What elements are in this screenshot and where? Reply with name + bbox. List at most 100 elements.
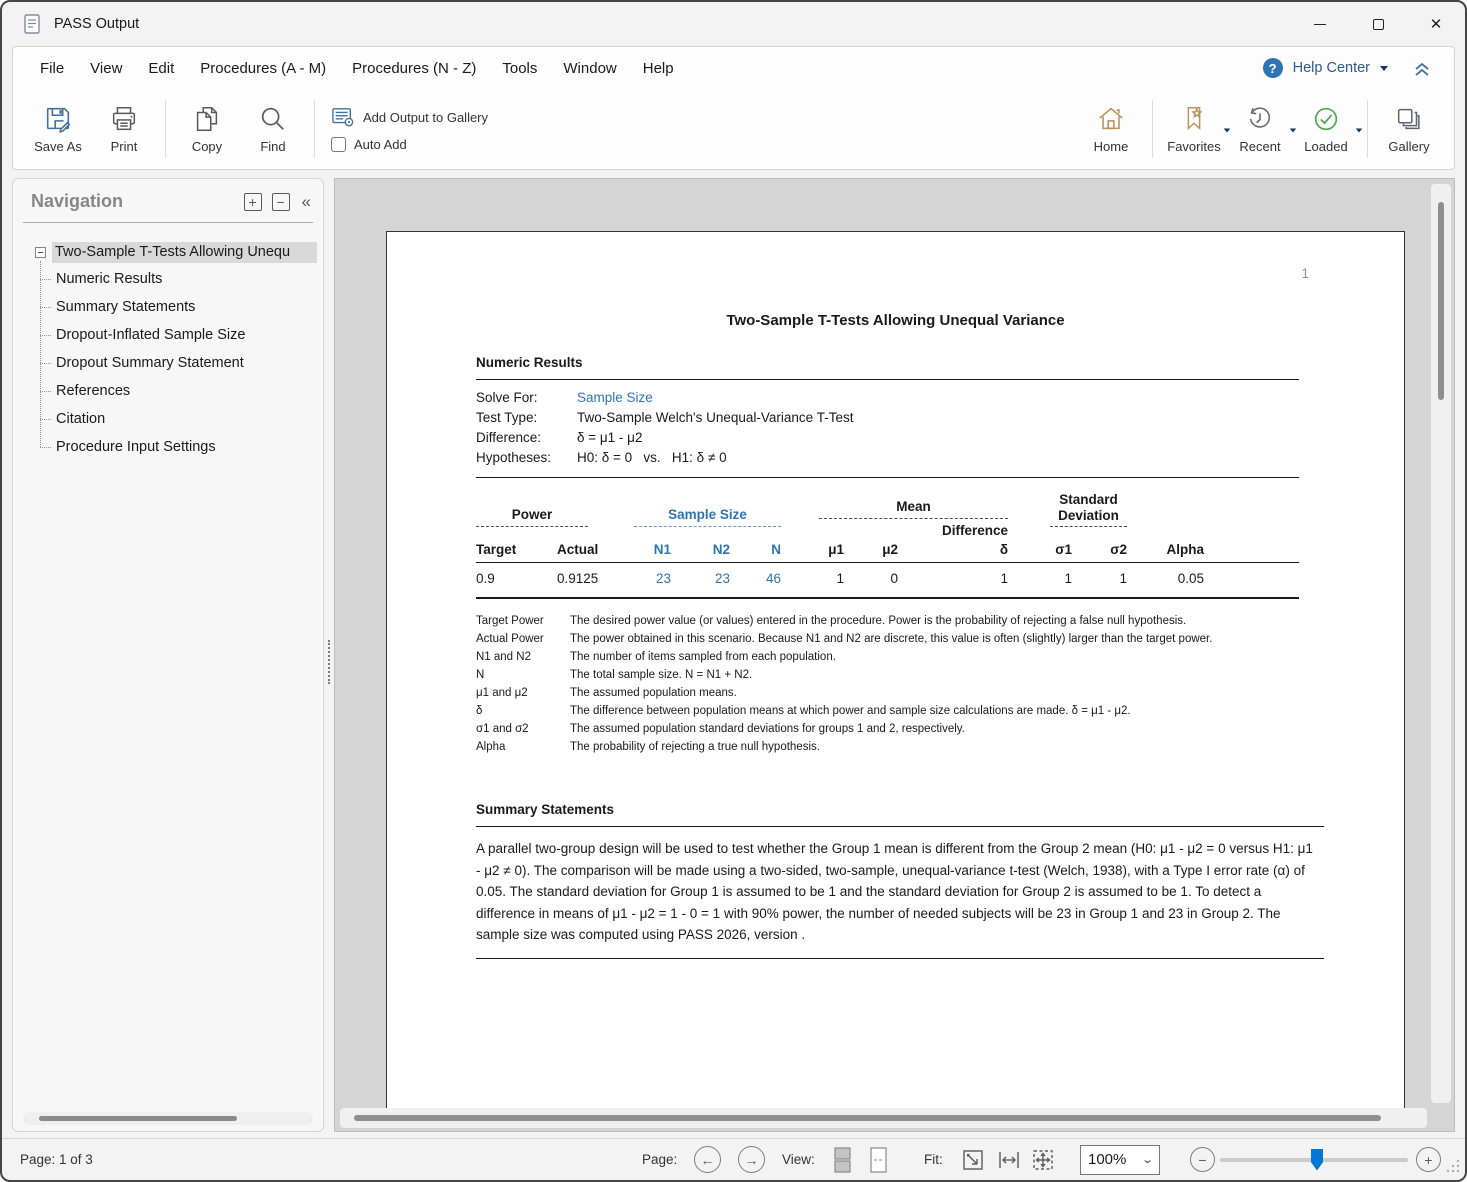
menu-help[interactable]: Help [630, 54, 687, 83]
document-page: 1 Two-Sample T-Tests Allowing Unequal Va… [386, 231, 1405, 1116]
fit-page-icon[interactable] [960, 1147, 986, 1173]
zoom-out-button[interactable]: − [1190, 1147, 1215, 1172]
multi-page-view-icon[interactable] [832, 1145, 854, 1175]
menu-edit[interactable]: Edit [135, 54, 187, 83]
scrollbar-thumb[interactable] [39, 1116, 237, 1121]
footnote-term: Actual Power [476, 630, 570, 648]
favorites-button[interactable]: Favorites [1161, 104, 1227, 154]
page-nav-label: Page: [642, 1152, 677, 1167]
home-icon [1096, 104, 1126, 134]
previous-page-button[interactable]: ← [694, 1146, 721, 1173]
tree-item-summary-statements[interactable]: Summary Statements [52, 293, 317, 321]
zoom-in-button[interactable]: + [1416, 1147, 1441, 1172]
collapse-node-icon[interactable] [35, 247, 46, 258]
search-icon [258, 104, 288, 134]
tree-item-citation[interactable]: Citation [52, 405, 317, 433]
cell-delta: 1 [898, 563, 1008, 599]
save-as-button[interactable]: Save As [25, 104, 91, 154]
footnote-desc: The difference between population means … [570, 702, 1270, 720]
tree-item-dropout-summary-statement[interactable]: Dropout Summary Statement [52, 349, 317, 377]
cell-mu1: 1 [781, 563, 844, 599]
fit-width-icon[interactable] [996, 1147, 1022, 1173]
toolbar: Save As Print Copy Find [13, 89, 1454, 169]
footnote-term: Alpha [476, 738, 570, 756]
loaded-icon [1311, 104, 1341, 134]
expand-all-button[interactable]: + [244, 193, 262, 211]
chevron-down-icon: ⌄ [1141, 1153, 1154, 1166]
zoom-slider-thumb[interactable] [1311, 1149, 1323, 1171]
tree-root-label: Two-Sample T-Tests Allowing Unequ [52, 242, 317, 263]
doc-vertical-scrollbar[interactable] [1431, 184, 1451, 1103]
cell-actual: 0.9125 [557, 563, 614, 599]
tree-item-procedure-input-settings[interactable]: Procedure Input Settings [52, 433, 317, 461]
std-dev-group-header: Standard Deviation [1050, 492, 1127, 527]
test-type-value: Two-Sample Welch's Unequal-Variance T-Te… [577, 410, 1324, 425]
nav-horizontal-scrollbar[interactable] [23, 1112, 313, 1125]
scrollbar-thumb[interactable] [354, 1115, 1381, 1121]
minimize-button[interactable] [1291, 2, 1349, 46]
footnote-term: N [476, 666, 570, 684]
loaded-button[interactable]: Loaded [1293, 104, 1359, 154]
difference-value: δ = μ1 - μ2 [577, 430, 1324, 445]
info-label: Hypotheses: [476, 450, 577, 465]
collapse-all-button[interactable]: − [272, 193, 290, 211]
cell-mu2: 0 [844, 563, 898, 599]
splitter-grip [328, 640, 330, 684]
tree-root-item[interactable]: Two-Sample T-Tests Allowing Unequ [35, 239, 317, 265]
window-title: PASS Output [54, 16, 139, 32]
gallery-icon [1394, 104, 1424, 134]
zoom-level-select[interactable]: 100% ⌄ [1080, 1145, 1160, 1175]
chevron-down-icon[interactable] [1380, 66, 1388, 71]
tree-item-dropout-inflated-sample-size[interactable]: Dropout-Inflated Sample Size [52, 321, 317, 349]
menu-procedures-n-z[interactable]: Procedures (N - Z) [339, 54, 489, 83]
sample-size-group-header: Sample Size [634, 507, 781, 527]
menu-file[interactable]: File [27, 54, 77, 83]
maximize-button[interactable] [1349, 2, 1407, 46]
panel-splitter[interactable] [324, 178, 334, 1132]
home-button[interactable]: Home [1078, 104, 1144, 154]
menu-window[interactable]: Window [550, 54, 629, 83]
footnote-term: μ1 and μ2 [476, 684, 570, 702]
fit-all-icon[interactable] [1030, 1147, 1056, 1173]
collapse-ribbon-button[interactable] [1412, 58, 1432, 78]
next-page-button[interactable]: → [738, 1146, 765, 1173]
copy-button[interactable]: Copy [174, 104, 240, 154]
menu-procedures-a-m[interactable]: Procedures (A - M) [187, 54, 339, 83]
recent-button[interactable]: Recent [1227, 104, 1293, 154]
tree-item-numeric-results[interactable]: Numeric Results [52, 265, 317, 293]
hypotheses-value: H0: δ = 0 vs. H1: δ ≠ 0 [577, 450, 1324, 465]
col-mu1: μ1 [781, 539, 844, 563]
table-filler-cell [1127, 492, 1204, 539]
single-page-view-icon[interactable] [868, 1145, 890, 1175]
menu-view[interactable]: View [77, 54, 135, 83]
power-group-header: Power [476, 507, 588, 527]
toolbar-separator [165, 100, 166, 158]
tree-item-references[interactable]: References [52, 377, 317, 405]
gallery-button[interactable]: Gallery [1376, 104, 1442, 154]
info-label: Solve For: [476, 390, 577, 405]
navigation-title: Navigation [31, 191, 234, 212]
auto-add-checkbox[interactable] [331, 137, 346, 152]
doc-horizontal-scrollbar[interactable] [340, 1108, 1427, 1128]
help-center-button[interactable]: Help Center [1293, 60, 1370, 76]
collapse-panel-icon[interactable]: « [302, 192, 309, 212]
numeric-results-table: Power Sample Size MeanDifference Standar… [476, 492, 1299, 599]
col-sigma1: σ1 [1008, 539, 1072, 563]
page-number: 1 [1301, 266, 1309, 281]
cell-target: 0.9 [476, 563, 557, 599]
add-output-to-gallery-button[interactable]: Add Output to Gallery [331, 106, 488, 128]
solve-for-value: Sample Size [577, 390, 1324, 405]
titlebar: PASS Output ✕ [2, 2, 1465, 46]
menu-tools[interactable]: Tools [489, 54, 550, 83]
resize-grip[interactable] [1445, 1158, 1461, 1177]
print-icon [109, 104, 139, 134]
close-button[interactable]: ✕ [1407, 2, 1465, 46]
zoom-slider[interactable] [1220, 1158, 1408, 1162]
find-button[interactable]: Find [240, 104, 306, 154]
table-filler-cell [1204, 539, 1299, 563]
chevron-down-icon[interactable] [1356, 129, 1362, 133]
rule [476, 379, 1299, 380]
mean-group-header: Mean [819, 499, 1008, 519]
print-button[interactable]: Print [91, 104, 157, 154]
scrollbar-thumb[interactable] [1438, 202, 1444, 400]
